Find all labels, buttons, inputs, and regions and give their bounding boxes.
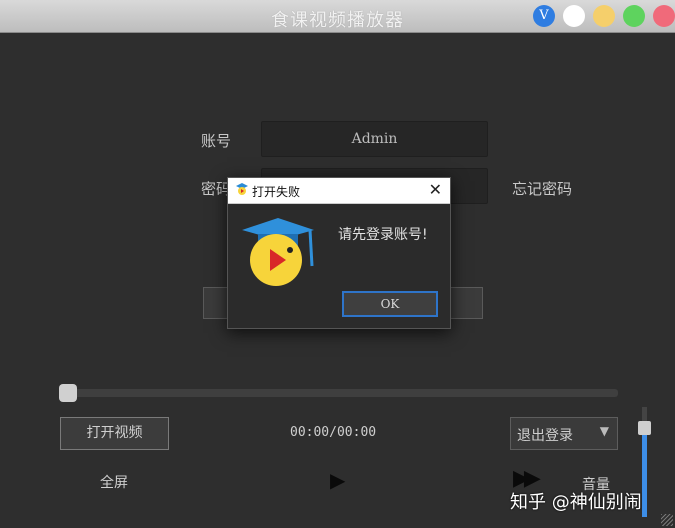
- register-button[interactable]: [446, 287, 483, 319]
- open-video-button[interactable]: 打开视频: [60, 417, 169, 450]
- forgot-password-link[interactable]: 忘记密码: [512, 178, 572, 199]
- error-dialog: 打开失败 ✕ 请先登录账号! OK: [227, 177, 451, 329]
- volume-handle[interactable]: [638, 421, 651, 435]
- close-window-button[interactable]: [653, 5, 675, 27]
- graduation-mascot-icon: [242, 218, 314, 286]
- dialog-title: 打开失败: [252, 185, 301, 199]
- logout-select-value: 退出登录: [517, 428, 573, 444]
- ok-button[interactable]: OK: [342, 291, 438, 317]
- dialog-titlebar: 打开失败 ✕: [228, 178, 450, 204]
- v-icon[interactable]: V: [533, 5, 555, 27]
- account-label: 账号: [201, 132, 232, 150]
- account-input[interactable]: Admin: [261, 121, 488, 157]
- dialog-title-icon: [236, 183, 248, 195]
- progress-handle[interactable]: [59, 384, 77, 402]
- progress-track[interactable]: [62, 389, 618, 397]
- close-icon[interactable]: ✕: [429, 180, 442, 199]
- window-titlebar: 食课视频播放器 V: [0, 0, 675, 33]
- theme-white-button[interactable]: [563, 5, 585, 27]
- dropdown-arrow-icon: ▼: [599, 424, 609, 438]
- resize-grip-icon[interactable]: [661, 514, 673, 526]
- watermark: 知乎 @神仙别闹: [510, 492, 642, 513]
- dialog-message: 请先登录账号!: [338, 227, 428, 243]
- volume-fill: [642, 432, 647, 517]
- logout-select[interactable]: 退出登录 ▼: [510, 417, 618, 450]
- play-icon[interactable]: ▶: [330, 468, 345, 492]
- minimize-button[interactable]: [593, 5, 615, 27]
- maximize-button[interactable]: [623, 5, 645, 27]
- fullscreen-button[interactable]: 全屏: [100, 472, 128, 492]
- time-display: 00:00/00:00: [290, 425, 377, 440]
